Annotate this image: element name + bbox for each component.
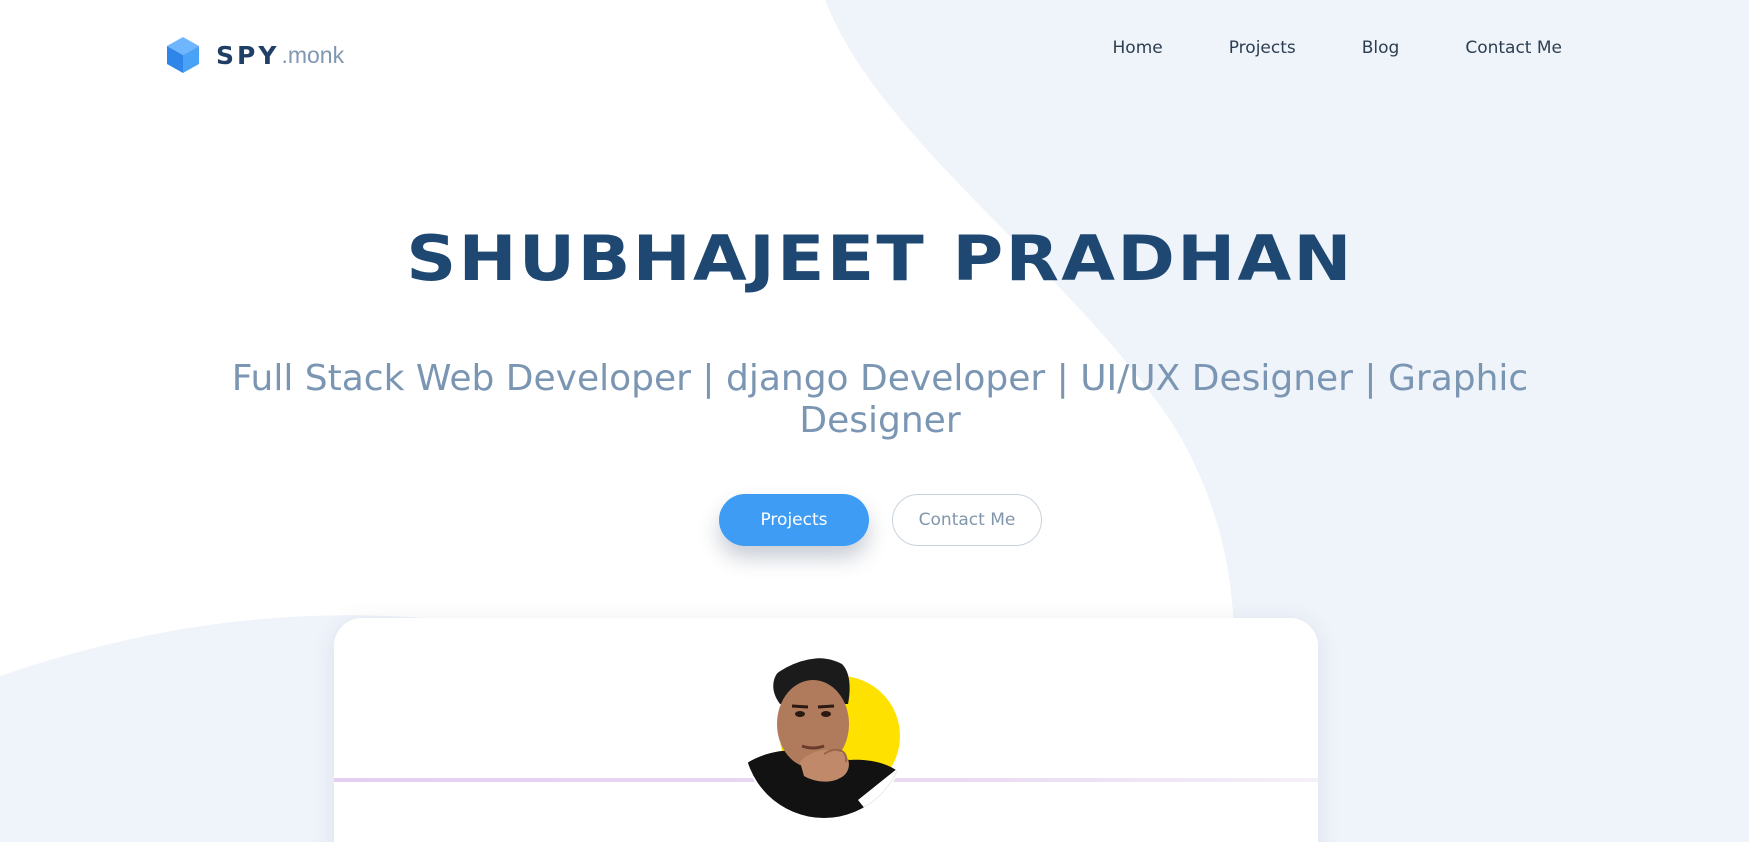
nav-item-projects[interactable]: Projects (1229, 38, 1296, 58)
page: SPY .monk Home Projects Blog Contact Me … (0, 0, 1749, 842)
brand-name: SPY (216, 40, 280, 70)
nav-menu: Home Projects Blog Contact Me (1047, 38, 1562, 58)
nav-item-home[interactable]: Home (1113, 38, 1163, 58)
contact-me-button[interactable]: Contact Me (892, 494, 1042, 546)
nav-item-contact[interactable]: Contact Me (1465, 38, 1562, 58)
projects-button[interactable]: Projects (719, 494, 869, 546)
navbar: SPY .monk Home Projects Blog Contact Me (0, 0, 1749, 100)
cube-icon (167, 37, 199, 73)
hero-tagline: Full Stack Web Developer | django Develo… (231, 358, 1529, 441)
hero-title: SHUBHAJEET PRADHAN (406, 222, 1354, 295)
avatar (740, 650, 908, 822)
brand-suffix: .monk (281, 41, 345, 68)
profile-photo (742, 656, 906, 820)
brand-logo[interactable]: SPY .monk (166, 36, 344, 74)
nav-item-blog[interactable]: Blog (1362, 38, 1400, 58)
